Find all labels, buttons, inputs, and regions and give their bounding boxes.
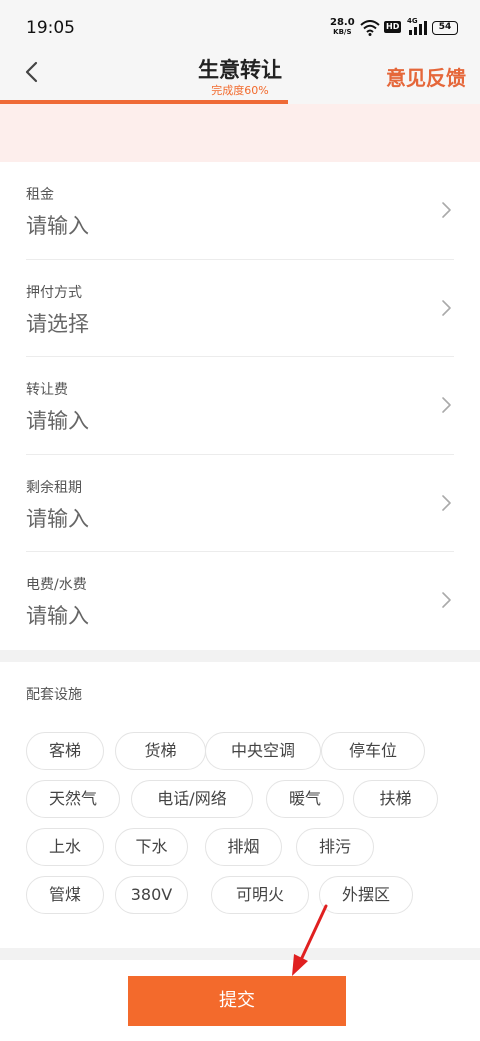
form-row[interactable]: 转让费 请输入: [26, 357, 454, 455]
facility-tag[interactable]: 外摆区: [319, 876, 413, 914]
chevron-right-icon: [442, 494, 451, 511]
status-bar: 19:05 28.0 KB/S HD 4G 54: [0, 0, 480, 52]
chevron-right-icon: [442, 592, 451, 608]
form-row-value[interactable]: 请输入: [26, 503, 89, 533]
facility-tag[interactable]: 电话/网络: [131, 780, 253, 818]
chevron-right-icon: [442, 397, 451, 413]
net-speed-value: 28.0: [330, 17, 355, 28]
facility-tag[interactable]: 扶梯: [353, 780, 438, 818]
form-row[interactable]: 剩余租期 请输入: [26, 455, 454, 552]
form-row-label: 押付方式: [26, 284, 82, 301]
hd-badge: HD: [384, 21, 402, 33]
facility-tag[interactable]: 排烟: [205, 828, 282, 866]
facility-tag[interactable]: 排污: [296, 828, 374, 866]
facility-tag[interactable]: 管煤: [26, 876, 104, 914]
signal-icon: [409, 21, 427, 35]
facility-tag[interactable]: 380V: [115, 876, 188, 914]
form-row-value[interactable]: 请选择: [26, 308, 89, 338]
form-row[interactable]: 押付方式 请选择: [26, 260, 454, 357]
form-row-value[interactable]: 请输入: [26, 210, 89, 240]
facility-tag[interactable]: 客梯: [26, 732, 104, 770]
facility-tag[interactable]: 天然气: [26, 780, 120, 818]
wifi-icon: [360, 20, 380, 36]
form-row[interactable]: 电费/水费请输入: [26, 552, 454, 650]
form-row-value[interactable]: 请输入: [26, 600, 89, 630]
status-time: 19:05: [26, 18, 75, 38]
chevron-right-icon: [442, 202, 451, 218]
form-row-label: 剩余租期: [26, 479, 82, 496]
feedback-button[interactable]: 意见反馈: [386, 62, 466, 91]
chevron-right-icon: [442, 299, 451, 316]
facility-tag[interactable]: 下水: [115, 828, 188, 866]
bottom-bar: 提交: [0, 960, 480, 1041]
facility-tag[interactable]: 可明火: [211, 876, 309, 914]
form-row[interactable]: 租金 请输入: [26, 162, 454, 260]
facility-tag[interactable]: 上水: [26, 828, 104, 866]
net-speed-unit: KB/S: [333, 28, 352, 36]
facility-tag[interactable]: 暖气: [266, 780, 344, 818]
submit-button[interactable]: 提交: [128, 976, 346, 1026]
facility-tag[interactable]: 停车位: [321, 732, 425, 770]
transfer-form: 租金 请输入 押付方式 请选择 转让费 请输入 剩余租期 请输入 电费/水费 请输入: [0, 162, 480, 650]
facilities-section: 配套设施 客梯 货梯 中央空调 停车位天然气 电话/网络 暖气 扶梯上水 下水 排烟 排污管煤 38…: [0, 662, 480, 948]
facilities-heading: 配套设施: [26, 687, 82, 703]
nav-header: 生意转让 完成度60% 意见反馈: [0, 52, 480, 104]
form-row-label: 租金: [26, 187, 54, 203]
form-row-label: 电费/水费: [26, 577, 87, 593]
form-row-label: 转让费: [26, 382, 68, 398]
facility-tag[interactable]: 货梯: [115, 732, 206, 770]
facility-tag[interactable]: 中央空调: [205, 732, 321, 770]
battery-icon: 54: [432, 21, 458, 35]
net-speed: 28.0 KB/S: [330, 17, 355, 37]
notice-banner: [0, 104, 480, 162]
form-row-value[interactable]: 请输入: [26, 405, 89, 435]
